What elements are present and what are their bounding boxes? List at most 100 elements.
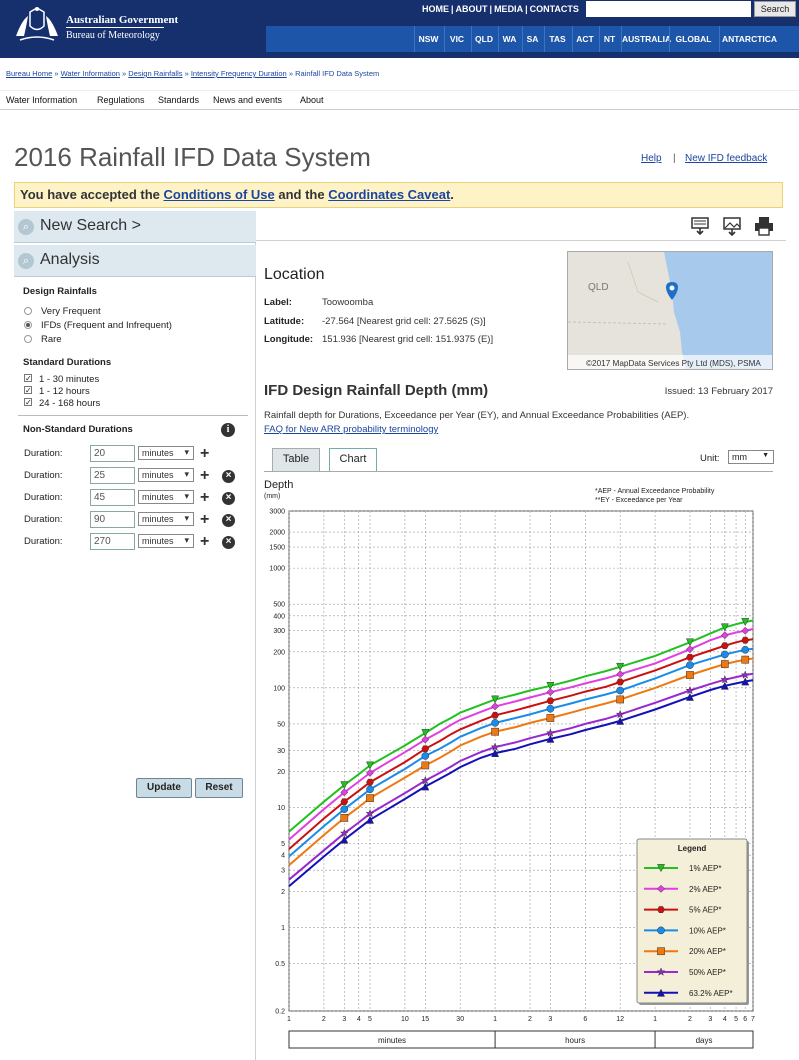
remove-duration-icon[interactable]: × <box>222 492 235 505</box>
y-tick-label: 5 <box>281 841 285 848</box>
duration-label: Duration: <box>24 514 63 525</box>
add-duration-icon[interactable]: + <box>200 468 209 484</box>
x-tick-label: 1 <box>287 1016 291 1023</box>
legend-label: 10% AEP* <box>689 926 726 935</box>
duration-unit-select[interactable]: minutes ▾ <box>138 490 194 504</box>
notice-text-mid: and the <box>274 187 329 202</box>
x-tick-label: 3 <box>342 1016 346 1023</box>
chevron-down-icon: ▾ <box>184 469 189 479</box>
checkbox-1-30-min[interactable]: ✓ <box>24 374 32 383</box>
series-marker <box>491 727 499 736</box>
search-icon: ⌕ <box>18 219 34 235</box>
reset-button[interactable]: Reset <box>195 778 243 798</box>
duration-input[interactable]: 25 <box>90 467 135 484</box>
duration-unit-value: minutes <box>142 514 174 524</box>
nav-news-events[interactable]: News and events <box>213 95 282 105</box>
acceptance-notice: You have accepted the Conditions of Use … <box>14 182 783 208</box>
series-marker <box>720 660 729 668</box>
faq-link[interactable]: FAQ for New ARR probability terminology <box>264 424 438 435</box>
help-link[interactable]: Help <box>641 153 662 164</box>
tab-table[interactable]: Table <box>272 448 320 471</box>
update-button[interactable]: Update <box>136 778 192 798</box>
link-home[interactable]: HOME <box>422 4 449 14</box>
download-table-icon[interactable] <box>690 216 710 236</box>
radio-label: Rare <box>41 334 62 345</box>
duration-unit-select[interactable]: minutes ▾ <box>138 534 194 548</box>
unit-label: Unit: <box>700 453 720 464</box>
info-icon[interactable]: i <box>221 423 235 437</box>
state-link-nsw[interactable]: NSW <box>414 26 442 52</box>
state-link-global[interactable]: GLOBAL <box>669 26 717 52</box>
duration-unit-value: minutes <box>142 492 174 502</box>
download-image-icon[interactable] <box>722 216 742 236</box>
add-duration-icon[interactable]: + <box>200 446 209 462</box>
checkbox-label: 1 - 12 hours <box>39 386 90 397</box>
state-link-nt[interactable]: NT <box>599 26 619 52</box>
remove-duration-icon[interactable]: × <box>222 514 235 527</box>
y-tick-label: 3 <box>281 868 285 875</box>
link-about[interactable]: ABOUT <box>456 4 488 14</box>
analysis-label: Analysis <box>40 251 100 268</box>
breadcrumb-bureau-home[interactable]: Bureau Home <box>6 69 52 78</box>
y-tick-label: 10 <box>277 805 285 812</box>
nav-about[interactable]: About <box>300 95 324 105</box>
x-tick-label: 2 <box>688 1016 692 1023</box>
duration-input[interactable]: 20 <box>90 445 135 462</box>
radio-rare[interactable] <box>24 335 32 343</box>
state-link-act[interactable]: ACT <box>572 26 597 52</box>
x-tick-label: 1 <box>653 1016 657 1023</box>
breadcrumb-design-rainfalls[interactable]: Design Rainfalls <box>128 69 182 78</box>
state-link-antarctica[interactable]: ANTARCTICA <box>719 26 779 52</box>
add-duration-icon[interactable]: + <box>200 534 209 550</box>
remove-duration-icon[interactable]: × <box>222 470 235 483</box>
duration-label: Duration: <box>24 492 63 503</box>
y-tick-label: 0.2 <box>275 1009 285 1016</box>
analysis-panel[interactable]: ⌕ Analysis <box>14 245 256 277</box>
search-button[interactable]: Search <box>754 1 796 17</box>
unit-value: mm <box>732 452 747 462</box>
chart-note: *AEP - Annual Exceedance Probability <box>595 488 715 495</box>
duration-input[interactable]: 45 <box>90 489 135 506</box>
print-icon[interactable] <box>754 216 774 236</box>
checkbox-24-168-hours[interactable]: ✓ <box>24 398 32 407</box>
search-icon: ⌕ <box>18 253 34 269</box>
state-link-sa[interactable]: SA <box>522 26 542 52</box>
search-input[interactable] <box>586 1 751 17</box>
series-marker <box>616 678 625 686</box>
breadcrumb-water-information[interactable]: Water Information <box>61 69 120 78</box>
feedback-link[interactable]: New IFD feedback <box>685 153 767 164</box>
nav-regulations[interactable]: Regulations <box>97 95 145 105</box>
duration-unit-select[interactable]: minutes ▾ <box>138 446 194 460</box>
nav-water-information[interactable]: Water Information <box>6 95 77 105</box>
page-title: 2016 Rainfall IFD Data System <box>14 142 371 172</box>
state-link-tas[interactable]: TAS <box>544 26 570 52</box>
coat-of-arms-logo[interactable] <box>12 6 62 44</box>
breadcrumb-ifd[interactable]: Intensity Frequency Duration <box>191 69 287 78</box>
state-link-vic[interactable]: VIC <box>444 26 469 52</box>
radio-very-frequent[interactable] <box>24 307 32 315</box>
checkbox-1-12-hours[interactable]: ✓ <box>24 386 32 395</box>
unit-select[interactable]: mm ▼ <box>728 450 774 464</box>
tab-chart[interactable]: Chart <box>329 448 377 471</box>
coordinates-caveat-link[interactable]: Coordinates Caveat <box>328 187 450 202</box>
remove-duration-icon[interactable]: × <box>222 536 235 549</box>
duration-input[interactable]: 270 <box>90 533 135 550</box>
conditions-of-use-link[interactable]: Conditions of Use <box>164 187 275 202</box>
radio-ifds[interactable] <box>24 321 32 329</box>
add-duration-icon[interactable]: + <box>200 490 209 506</box>
link-media[interactable]: MEDIA <box>494 4 523 14</box>
location-map[interactable]: QLD ©2017 MapData Services Pty Ltd (MDS)… <box>567 251 773 370</box>
duration-unit-select[interactable]: minutes ▾ <box>138 468 194 482</box>
add-duration-icon[interactable]: + <box>200 512 209 528</box>
new-search-panel[interactable]: ⌕ New Search > <box>14 211 256 243</box>
duration-unit-select[interactable]: minutes ▾ <box>138 512 194 526</box>
state-link-qld[interactable]: QLD <box>471 26 496 52</box>
link-contacts[interactable]: CONTACTS <box>530 4 579 14</box>
main-nav: Water Information Regulations Standards … <box>0 90 799 110</box>
duration-input[interactable]: 90 <box>90 511 135 528</box>
x-tick-label: 6 <box>743 1016 747 1023</box>
state-link-australia[interactable]: AUSTRALIA <box>621 26 671 52</box>
nav-standards[interactable]: Standards <box>158 95 199 105</box>
series-marker <box>491 719 499 727</box>
state-link-wa[interactable]: WA <box>498 26 520 52</box>
